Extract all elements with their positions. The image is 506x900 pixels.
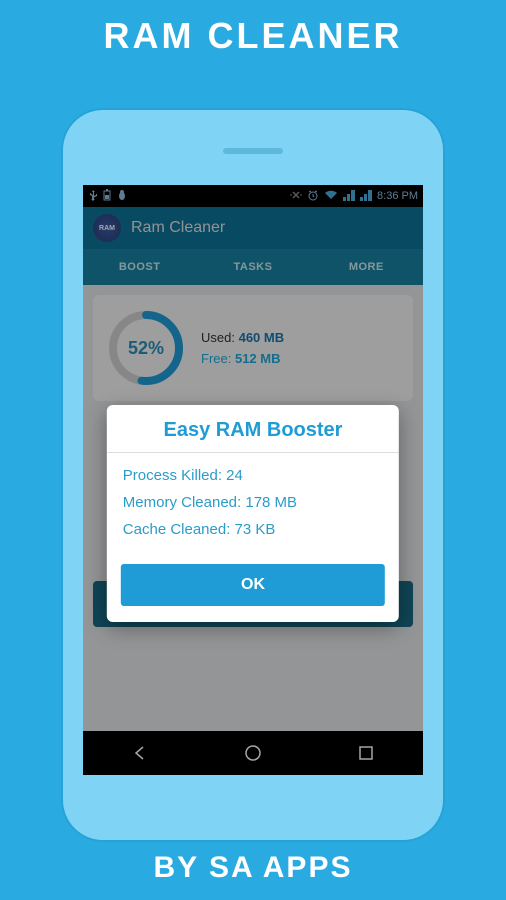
ok-button[interactable]: OK [121,564,385,606]
dialog-title: Easy RAM Booster [107,405,399,453]
phone-frame: 8:36 PM RAM Ram Cleaner BOOST TASKS MORE… [63,110,443,840]
memory-cleaned-text: Memory Cleaned: 178 MB [123,494,383,511]
phone-speaker [223,148,283,154]
phone-screen: 8:36 PM RAM Ram Cleaner BOOST TASKS MORE… [83,185,423,775]
page-footer: BY SA APPS [0,851,506,885]
page-title: RAM CLEANER [0,0,506,57]
process-killed-text: Process Killed: 24 [123,467,383,484]
dialog-body: Process Killed: 24 Memory Cleaned: 178 M… [107,453,399,552]
cache-cleaned-text: Cache Cleaned: 73 KB [123,521,383,538]
result-dialog: Easy RAM Booster Process Killed: 24 Memo… [107,405,399,622]
